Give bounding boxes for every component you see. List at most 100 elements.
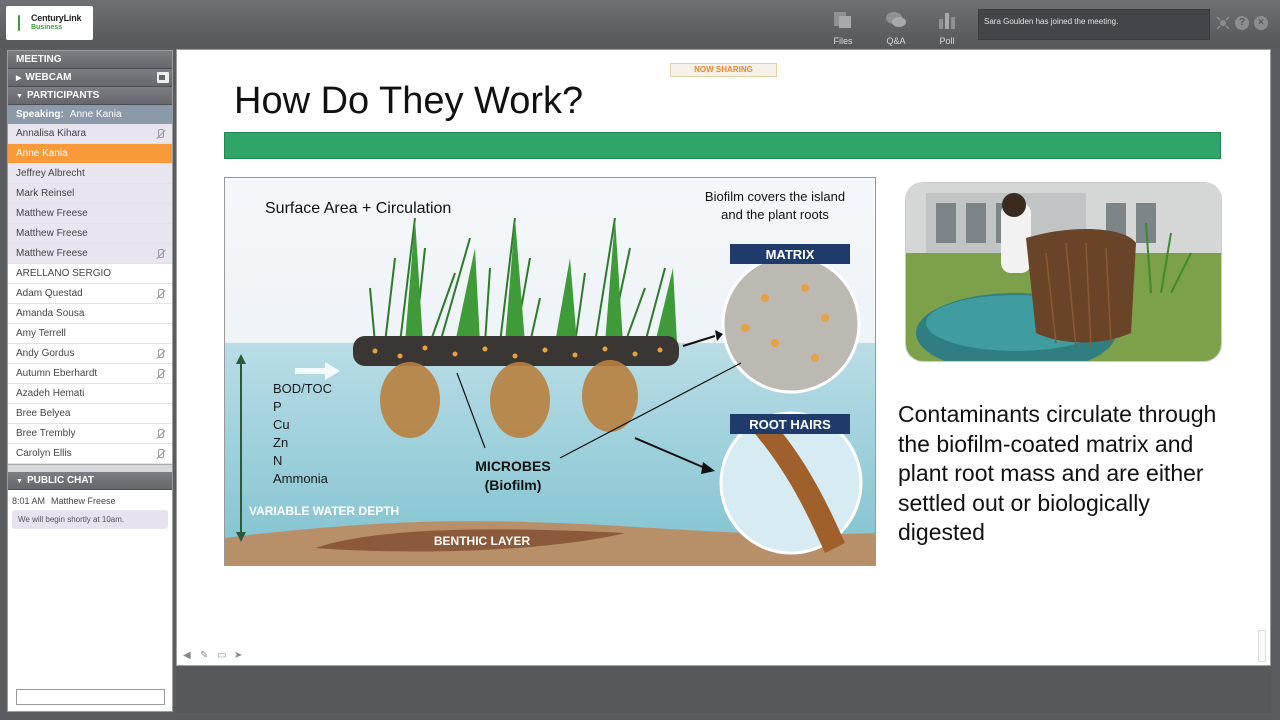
muted-mic-icon[interactable] bbox=[156, 369, 165, 379]
participant-name: Bree Belyea bbox=[16, 408, 71, 419]
chat-message: 8:01 AM Matthew Freese We will begin shor… bbox=[8, 490, 172, 535]
poll-chart-icon bbox=[936, 11, 958, 29]
slide-accent-bar bbox=[224, 132, 1221, 159]
floating-island-diagram: Surface Area + Circulation Biofilm cover… bbox=[224, 177, 876, 566]
webcam-label: WEBCAM bbox=[25, 72, 72, 83]
participants-label: PARTICIPANTS bbox=[26, 90, 100, 101]
participant-name: Autumn Eberhardt bbox=[16, 368, 98, 379]
expanded-triangle-icon: ▼ bbox=[16, 478, 23, 485]
now-sharing-badge[interactable]: NOW SHARING bbox=[670, 63, 777, 77]
contaminant-label: Ammonia bbox=[273, 471, 329, 486]
muted-mic-icon[interactable] bbox=[156, 449, 165, 459]
participant-row[interactable]: Matthew Freese bbox=[8, 204, 172, 224]
matrix-label: MATRIX bbox=[766, 247, 815, 262]
diagram-heading: Surface Area + Circulation bbox=[265, 200, 451, 217]
fullscreen-icon[interactable] bbox=[1216, 16, 1230, 30]
participant-row[interactable]: Bree Belyea bbox=[8, 404, 172, 424]
participant-name: Azadeh Hemati bbox=[16, 388, 85, 399]
chat-input[interactable] bbox=[16, 689, 165, 705]
participant-row[interactable]: Mark Reinsel bbox=[8, 184, 172, 204]
bottom-bar bbox=[176, 667, 1271, 713]
participant-row[interactable]: Annalisa Kihara bbox=[8, 124, 172, 144]
public-chat-header[interactable]: ▼ PUBLIC CHAT bbox=[8, 472, 172, 490]
muted-mic-icon[interactable] bbox=[156, 129, 165, 139]
participant-name: Bree Trembly bbox=[16, 428, 76, 439]
qa-chat-icon bbox=[885, 11, 907, 29]
participant-row[interactable]: Amy Terrell bbox=[8, 324, 172, 344]
chat-bubble: We will begin shortly at 10am. bbox=[12, 510, 168, 529]
participant-name: Mark Reinsel bbox=[16, 188, 75, 199]
logo-name: CenturyLink bbox=[31, 13, 82, 23]
contaminant-label: Zn bbox=[273, 435, 288, 450]
close-icon[interactable]: × bbox=[1254, 16, 1268, 30]
slide-body-text: Contaminants circulate through the biofi… bbox=[898, 401, 1217, 545]
participant-row[interactable]: Autumn Eberhardt bbox=[8, 364, 172, 384]
contaminant-label: P bbox=[273, 399, 282, 414]
pencil-icon[interactable]: ✎ bbox=[200, 650, 211, 661]
speaking-indicator: Speaking: Anne Kania bbox=[8, 105, 172, 124]
participant-row[interactable]: Matthew Freese bbox=[8, 244, 172, 264]
participant-row[interactable]: ARELLANO SERGIO bbox=[8, 264, 172, 284]
participant-row[interactable]: Amanda Sousa bbox=[8, 304, 172, 324]
root-hairs-label: ROOT HAIRS bbox=[749, 417, 831, 432]
notification-box: Sara Goulden has joined the meeting. bbox=[978, 9, 1210, 40]
logo-mark-icon bbox=[10, 14, 28, 32]
speaking-label: Speaking: bbox=[16, 109, 64, 120]
muted-mic-icon[interactable] bbox=[156, 349, 165, 359]
participant-row[interactable]: Azadeh Hemati bbox=[8, 384, 172, 404]
expanded-triangle-icon: ▼ bbox=[16, 93, 23, 100]
panel-splitter[interactable] bbox=[8, 464, 172, 472]
webcam-header[interactable]: ▶ WEBCAM bbox=[8, 69, 172, 87]
participant-row[interactable]: Anne Kania bbox=[8, 144, 172, 164]
participant-name: Adam Questad bbox=[16, 288, 83, 299]
files-button[interactable]: Files bbox=[823, 8, 863, 46]
participant-name: ARELLANO SERGIO bbox=[16, 268, 112, 279]
poll-label: Poll bbox=[939, 36, 955, 46]
back-arrow-icon[interactable]: ◀ bbox=[183, 650, 194, 661]
participant-name: Carolyn Ellis bbox=[16, 448, 72, 459]
water-depth-label: VARIABLE WATER DEPTH bbox=[249, 504, 399, 518]
annotation-toolbar: ◀ ✎ ▭ ➤ bbox=[183, 650, 245, 661]
files-label: Files bbox=[833, 36, 853, 46]
qa-button[interactable]: Q&A bbox=[876, 8, 916, 46]
benthic-layer-label: BENTHIC LAYER bbox=[434, 534, 531, 548]
participant-name: Jeffrey Albrecht bbox=[16, 168, 85, 179]
participant-row[interactable]: Andy Gordus bbox=[8, 344, 172, 364]
participant-row[interactable]: Carolyn Ellis bbox=[8, 444, 172, 464]
participant-name: Annalisa Kihara bbox=[16, 128, 87, 139]
files-icon bbox=[832, 11, 854, 29]
participant-name: Matthew Freese bbox=[16, 248, 88, 259]
participant-row[interactable]: Jeffrey Albrecht bbox=[8, 164, 172, 184]
qa-label: Q&A bbox=[886, 36, 906, 46]
participant-row[interactable]: Matthew Freese bbox=[8, 224, 172, 244]
root-mass-photo bbox=[905, 182, 1222, 362]
muted-mic-icon[interactable] bbox=[156, 249, 165, 259]
participant-name: Anne Kania bbox=[16, 148, 68, 159]
participant-name: Matthew Freese bbox=[16, 208, 88, 219]
contaminant-label: BOD/TOC bbox=[273, 381, 332, 396]
chat-time: 8:01 AM bbox=[12, 496, 46, 506]
slide-title: How Do They Work? bbox=[234, 80, 584, 122]
whiteboard-icon[interactable]: ▭ bbox=[217, 650, 228, 661]
participants-header[interactable]: ▼ PARTICIPANTS bbox=[8, 87, 172, 105]
contaminant-label: N bbox=[273, 453, 282, 468]
meeting-header[interactable]: MEETING bbox=[8, 51, 172, 69]
collapsed-triangle-icon: ▶ bbox=[16, 75, 22, 82]
participant-list: Annalisa Kihara Anne Kania Jeffrey Albre… bbox=[8, 124, 172, 464]
meeting-label: MEETING bbox=[16, 54, 62, 65]
participant-row[interactable]: Adam Questad bbox=[8, 284, 172, 304]
biofilm-label: (Biofilm) bbox=[485, 477, 542, 493]
participant-row[interactable]: Bree Trembly bbox=[8, 424, 172, 444]
participant-name: Andy Gordus bbox=[16, 348, 75, 359]
scrollbar-thumb[interactable] bbox=[1258, 630, 1266, 662]
microbes-label: MICROBES bbox=[475, 458, 550, 474]
speaking-name: Anne Kania bbox=[69, 109, 122, 120]
muted-mic-icon[interactable] bbox=[156, 429, 165, 439]
pointer-icon[interactable]: ➤ bbox=[234, 650, 245, 661]
top-toolbar: CenturyLink Business Files Q&A Poll Sara… bbox=[0, 0, 1280, 48]
muted-mic-icon[interactable] bbox=[156, 289, 165, 299]
now-sharing-label: NOW SHARING bbox=[694, 65, 753, 74]
poll-button[interactable]: Poll bbox=[927, 8, 967, 46]
help-icon[interactable]: ? bbox=[1235, 16, 1249, 30]
camera-icon[interactable] bbox=[157, 72, 169, 83]
